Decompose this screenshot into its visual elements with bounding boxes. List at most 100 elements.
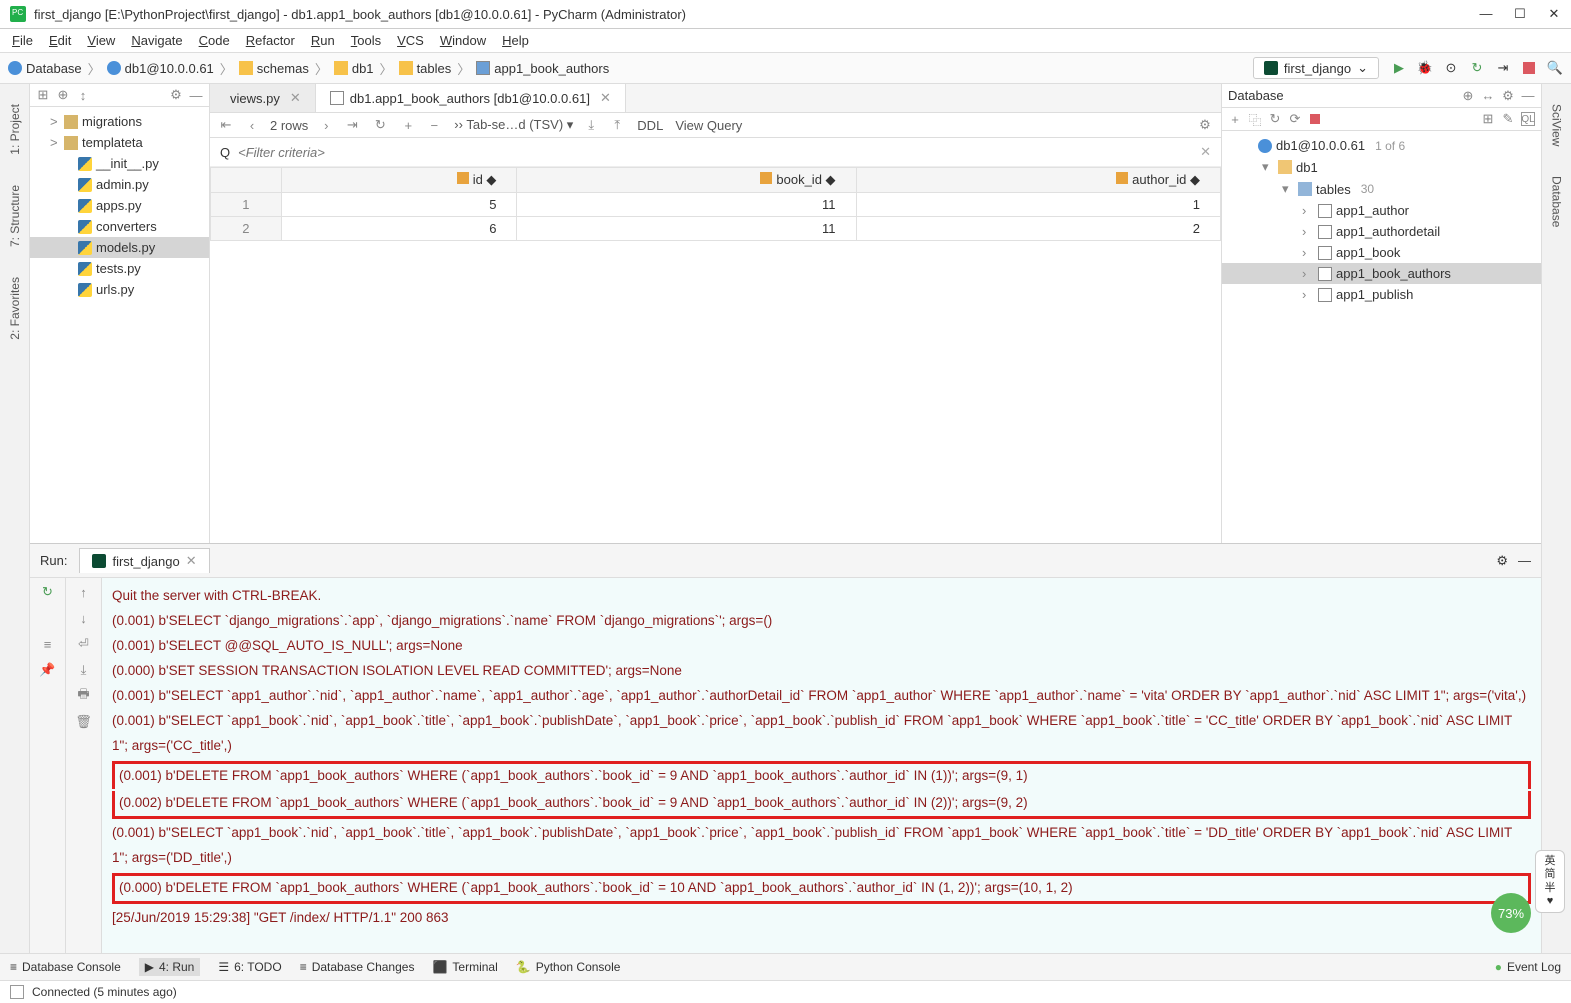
table-row[interactable]: 26112 xyxy=(211,217,1221,241)
run-config-selector[interactable]: first_django ⌄ xyxy=(1253,57,1379,79)
bottom-tab[interactable]: 🐍 Python Console xyxy=(516,960,621,974)
search-everywhere-button[interactable]: 🔍 xyxy=(1547,60,1563,76)
db-tree-node[interactable]: ›app1_authordetail xyxy=(1222,221,1541,242)
db-tree-node[interactable]: ›app1_book xyxy=(1222,242,1541,263)
console-icon[interactable]: QL xyxy=(1521,112,1535,126)
tree-node[interactable]: >templateta xyxy=(30,132,209,153)
coverage-button[interactable]: ⊙ xyxy=(1443,60,1459,76)
run-tab[interactable]: first_django ✕ xyxy=(79,548,209,573)
cell[interactable]: 2 xyxy=(856,217,1220,241)
sidebar-tab[interactable]: 2: Favorites xyxy=(8,277,22,340)
cell[interactable]: 1 xyxy=(856,193,1220,217)
last-page-icon[interactable]: ⇥ xyxy=(344,117,360,133)
view-query-button[interactable]: View Query xyxy=(675,118,742,133)
menu-window[interactable]: Window xyxy=(440,33,486,48)
db-tree-node[interactable]: ▾db1 xyxy=(1222,156,1541,178)
cell[interactable]: 5 xyxy=(281,193,517,217)
menu-run[interactable]: Run xyxy=(311,33,335,48)
clear-filter-icon[interactable]: ✕ xyxy=(1200,144,1211,160)
add-row-icon[interactable]: + xyxy=(400,117,416,133)
breadcrumb-item[interactable]: db1 xyxy=(334,61,374,76)
remove-row-icon[interactable]: − xyxy=(426,117,442,133)
scroll-icon[interactable]: ⤓ xyxy=(76,662,92,678)
cell[interactable]: 11 xyxy=(517,217,856,241)
table-row[interactable]: 15111 xyxy=(211,193,1221,217)
cell[interactable]: 6 xyxy=(281,217,517,241)
breadcrumb-item[interactable]: app1_book_authors xyxy=(476,61,609,76)
sidebar-tab[interactable]: 7: Structure xyxy=(8,185,22,247)
arrow-icon[interactable]: ↔ xyxy=(1481,89,1495,103)
duplicate-icon[interactable]: ⿻ xyxy=(1248,112,1262,126)
reload-icon[interactable]: ↻ xyxy=(372,117,388,133)
bottom-tab[interactable]: ▶ 4: Run xyxy=(139,958,201,976)
minimize-panel-button[interactable]: — xyxy=(1521,89,1535,103)
filter-input[interactable] xyxy=(238,145,1192,160)
next-page-icon[interactable]: › xyxy=(318,117,334,133)
stop-icon[interactable] xyxy=(1310,114,1320,124)
editor-tab[interactable]: db1.app1_book_authors [db1@10.0.0.61]✕ xyxy=(316,84,626,112)
print-icon[interactable]: 🖶 xyxy=(76,688,92,704)
table-view-icon[interactable]: ⊞ xyxy=(1481,112,1495,126)
debug-button[interactable]: 🐞 xyxy=(1417,60,1433,76)
db-tree-node[interactable]: ›app1_publish xyxy=(1222,284,1541,305)
import-icon[interactable]: ⤓ xyxy=(583,117,599,133)
scroll-from-source-icon[interactable]: ⊞ xyxy=(36,88,50,102)
edit-icon[interactable]: ✎ xyxy=(1501,112,1515,126)
tree-node[interactable]: __init__.py xyxy=(30,153,209,174)
profile-button[interactable]: ↻ xyxy=(1469,60,1485,76)
breadcrumb-item[interactable]: Database xyxy=(8,61,82,76)
breadcrumb-item[interactable]: tables xyxy=(399,61,452,76)
menu-tools[interactable]: Tools xyxy=(351,33,381,48)
tree-node[interactable]: converters xyxy=(30,216,209,237)
pin-icon[interactable]: 📌 xyxy=(40,662,56,678)
column-header[interactable]: author_id ◆ xyxy=(856,168,1220,193)
tree-node[interactable]: tests.py xyxy=(30,258,209,279)
sync-icon[interactable]: ⟳ xyxy=(1288,112,1302,126)
bottom-tab[interactable]: ≡ Database Console xyxy=(10,960,121,974)
tree-node[interactable]: admin.py xyxy=(30,174,209,195)
close-button[interactable]: ✕ xyxy=(1547,6,1561,22)
tree-node[interactable]: >migrations xyxy=(30,111,209,132)
sidebar-tab[interactable]: SciView xyxy=(1550,104,1564,146)
ime-badge[interactable]: 英简半♥ xyxy=(1535,850,1565,913)
status-icon[interactable] xyxy=(10,985,24,999)
stop-button[interactable] xyxy=(1523,62,1535,74)
minimize-panel-button[interactable]: — xyxy=(189,88,203,102)
db-tree-node[interactable]: ›app1_author xyxy=(1222,200,1541,221)
db-tree-node[interactable]: ›app1_book_authors xyxy=(1222,263,1541,284)
refresh-icon[interactable]: ↻ xyxy=(1268,112,1282,126)
close-icon[interactable]: ✕ xyxy=(186,553,197,569)
menu-help[interactable]: Help xyxy=(502,33,529,48)
sidebar-tab[interactable]: 1: Project xyxy=(8,104,22,155)
maximize-button[interactable]: ☐ xyxy=(1513,6,1527,22)
tree-node[interactable]: apps.py xyxy=(30,195,209,216)
layout-icon[interactable]: ≡ xyxy=(40,636,56,652)
gear-icon[interactable]: ⚙ xyxy=(1197,117,1213,133)
gear-icon[interactable]: ⚙ xyxy=(1501,89,1515,103)
target-icon[interactable]: ⊕ xyxy=(1461,89,1475,103)
add-datasource-icon[interactable]: + xyxy=(1228,112,1242,126)
wrap-icon[interactable]: ⏎ xyxy=(76,636,92,652)
down-icon[interactable]: ↓ xyxy=(76,610,92,626)
editor-tab[interactable]: views.py✕ xyxy=(210,84,316,112)
ddl-button[interactable]: DDL xyxy=(637,118,663,133)
project-tree[interactable]: >migrations>templateta__init__.pyadmin.p… xyxy=(30,107,209,543)
target-icon[interactable]: ⊕ xyxy=(56,88,70,102)
trash-icon[interactable]: 🗑 xyxy=(76,714,92,730)
sidebar-tab[interactable]: Database xyxy=(1550,176,1564,227)
tree-node[interactable]: models.py xyxy=(30,237,209,258)
bottom-tab[interactable]: ☰ 6: TODO xyxy=(218,960,281,974)
breadcrumb-item[interactable]: schemas xyxy=(239,61,309,76)
menu-view[interactable]: View xyxy=(87,33,115,48)
console-output[interactable]: Quit the server with CTRL-BREAK.(0.001) … xyxy=(102,578,1541,953)
up-icon[interactable]: ↑ xyxy=(76,584,92,600)
attach-button[interactable]: ⇥ xyxy=(1495,60,1511,76)
menu-edit[interactable]: Edit xyxy=(49,33,71,48)
rerun-icon[interactable]: ↻ xyxy=(40,584,56,600)
prev-page-icon[interactable]: ‹ xyxy=(244,117,260,133)
close-icon[interactable]: ✕ xyxy=(600,90,611,106)
first-page-icon[interactable]: ⇤ xyxy=(218,117,234,133)
menu-refactor[interactable]: Refactor xyxy=(246,33,295,48)
column-header[interactable]: id ◆ xyxy=(281,168,517,193)
breadcrumb-item[interactable]: db1@10.0.0.61 xyxy=(107,61,214,76)
